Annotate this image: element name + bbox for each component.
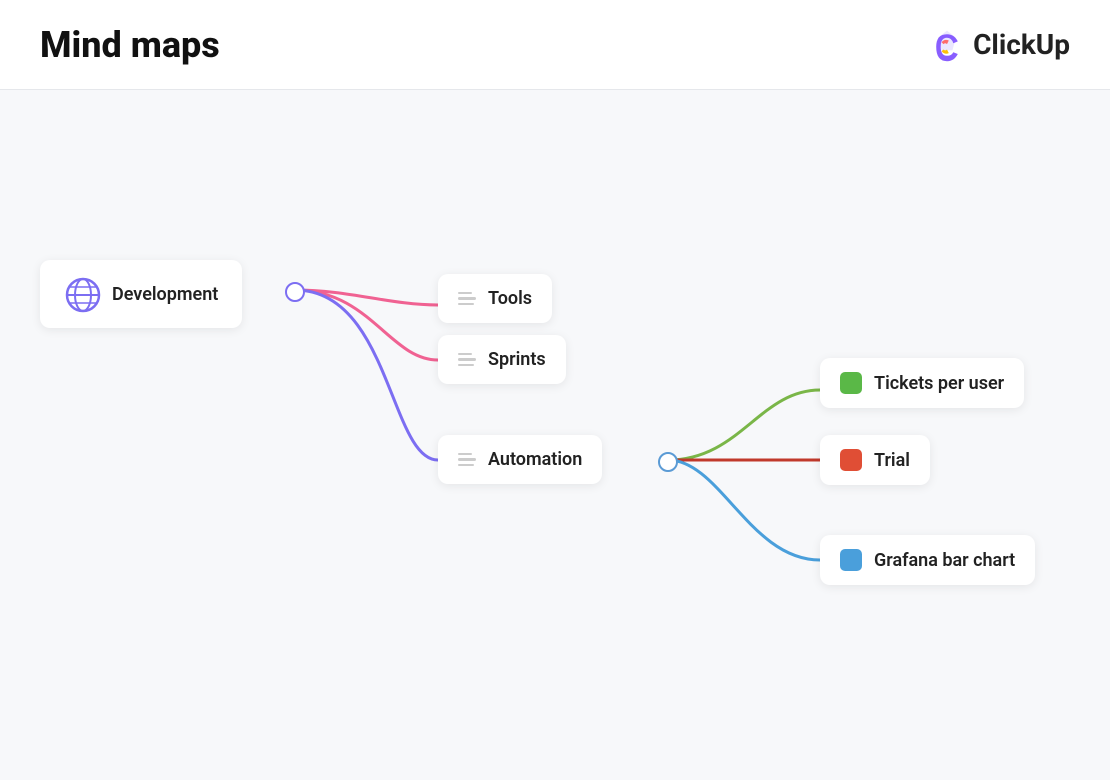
tools-node[interactable]: Tools: [438, 274, 552, 323]
logo: ClickUp: [929, 27, 1070, 63]
trial-label: Trial: [874, 450, 910, 471]
sprints-label: Sprints: [488, 349, 546, 370]
list-icon: [458, 292, 476, 306]
trial-badge: [840, 449, 862, 471]
development-label: Development: [112, 284, 218, 305]
automation-connector[interactable]: [658, 452, 678, 472]
automation-label: Automation: [488, 449, 582, 470]
tools-label: Tools: [488, 288, 532, 309]
grafana-badge: [840, 549, 862, 571]
development-node[interactable]: Development: [40, 260, 242, 328]
page-title: Mind maps: [40, 24, 220, 66]
tickets-node[interactable]: Tickets per user: [820, 358, 1024, 408]
clickup-logo-icon: [929, 27, 965, 63]
automation-node[interactable]: Automation: [438, 435, 602, 484]
tickets-badge: [840, 372, 862, 394]
header: Mind maps ClickUp: [0, 0, 1110, 90]
trial-node[interactable]: Trial: [820, 435, 930, 485]
mindmap-canvas: Development Tools Sprints Automation Tic…: [0, 90, 1110, 780]
list-icon-automation: [458, 453, 476, 467]
grafana-node[interactable]: Grafana bar chart: [820, 535, 1035, 585]
development-connector[interactable]: [285, 282, 305, 302]
logo-text: ClickUp: [973, 28, 1070, 61]
sprints-node[interactable]: Sprints: [438, 335, 566, 384]
tickets-label: Tickets per user: [874, 373, 1004, 394]
globe-icon: [64, 276, 100, 312]
grafana-label: Grafana bar chart: [874, 550, 1015, 571]
list-icon-sprints: [458, 353, 476, 367]
